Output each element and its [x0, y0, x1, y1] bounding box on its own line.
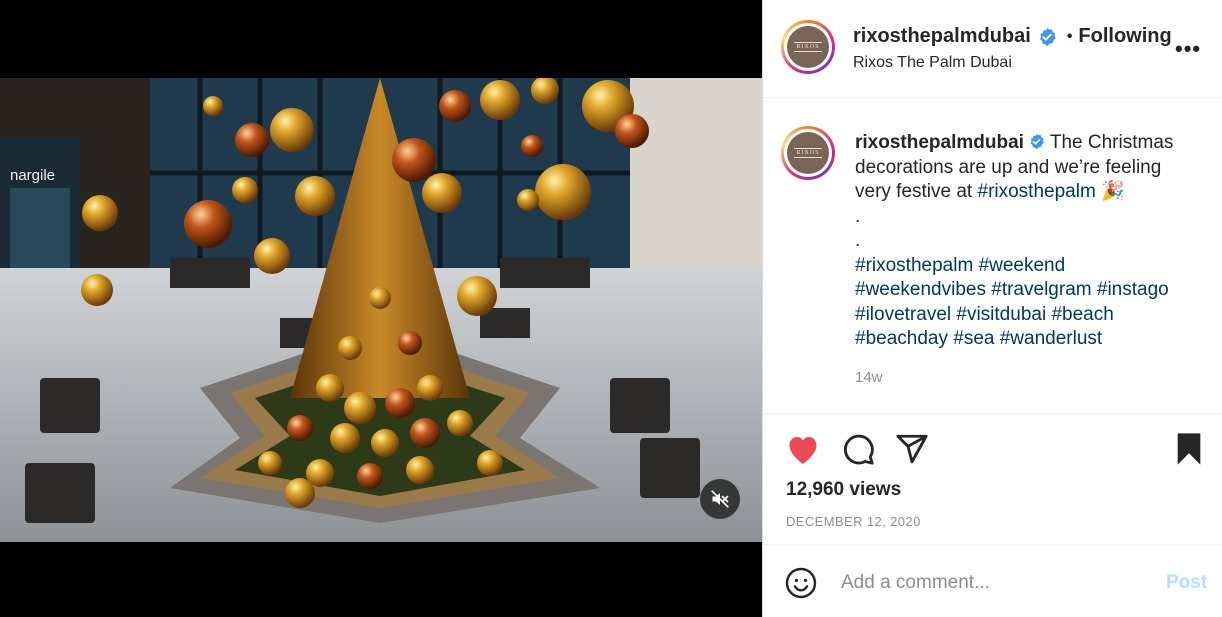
hashtag-link[interactable]: #beach	[1051, 304, 1113, 325]
avatar-story-ring[interactable]: RIXOS	[781, 20, 835, 74]
comment-icon[interactable]	[840, 432, 876, 466]
caption-avatar-image: RIXOS	[787, 132, 829, 174]
media-pane: nargile	[0, 0, 762, 617]
video-sign-text: nargile	[10, 167, 55, 184]
post-age[interactable]: 14w	[855, 369, 883, 386]
avatar: RIXOS	[784, 23, 832, 71]
caption-username[interactable]: rixosthepalmdubai	[855, 132, 1024, 153]
verified-icon	[1039, 27, 1056, 46]
video-frame: nargile	[0, 78, 762, 542]
view-count[interactable]: 12,960 views	[786, 479, 901, 501]
hashtag-link[interactable]: #rixosthepalm	[855, 255, 973, 276]
more-options-button[interactable]: •••	[1175, 36, 1201, 62]
caption-dot: .	[855, 230, 861, 251]
comment-form: Post	[763, 545, 1222, 617]
avatar-logo: RIXOS	[794, 42, 822, 52]
header-user-row: rixosthepalmdubai • Following	[853, 25, 1172, 48]
comment-input[interactable]	[841, 567, 1141, 599]
caption-avatar-ring[interactable]: RIXOS	[781, 126, 835, 180]
hashtag-link[interactable]: #instago	[1097, 279, 1169, 300]
post-date: DECEMBER 12, 2020	[786, 514, 921, 529]
caption-verified-icon	[1030, 133, 1044, 150]
following-button[interactable]: Following	[1078, 25, 1171, 48]
hashtag-link[interactable]: #weekend	[979, 255, 1066, 276]
caption-avatar: RIXOS	[784, 129, 832, 177]
hashtag-link[interactable]: #weekendvibes	[855, 279, 986, 300]
hashtag-link[interactable]: #beachday	[855, 328, 948, 349]
caption-text: rixosthepalmdubai The Christmas decorati…	[855, 131, 1195, 352]
post-video[interactable]: nargile	[0, 78, 762, 542]
follow-separator: •	[1066, 27, 1073, 45]
hashtag-link[interactable]: #wanderlust	[1000, 328, 1102, 349]
hashtag-link[interactable]: #rixosthepalm	[978, 181, 1096, 202]
caption-avatar-logo: RIXOS	[794, 148, 822, 158]
mute-button[interactable]	[700, 479, 740, 519]
post-details-panel: RIXOS rixosthepalmdubai • Following Rixo…	[762, 0, 1222, 617]
hashtag-link[interactable]: #travelgram	[991, 279, 1091, 300]
avatar-image: RIXOS	[787, 26, 829, 68]
post-header: RIXOS rixosthepalmdubai • Following Rixo…	[763, 0, 1222, 98]
location-link[interactable]: Rixos The Palm Dubai	[853, 54, 1012, 72]
hashtag-link[interactable]: #sea	[953, 328, 994, 349]
share-icon[interactable]	[894, 432, 930, 466]
header-username[interactable]: rixosthepalmdubai	[853, 25, 1031, 48]
mute-icon	[711, 490, 729, 508]
party-emoji: 🎉	[1101, 181, 1125, 202]
action-bar: 12,960 views DECEMBER 12, 2020	[763, 414, 1222, 545]
caption-section: RIXOS rixosthepalmdubai The Christmas de…	[763, 98, 1222, 414]
hashtag-link[interactable]: #visitdubai	[956, 304, 1046, 325]
caption-dot: .	[855, 205, 861, 227]
post-comment-button[interactable]: Post	[1166, 572, 1207, 594]
hashtag-link[interactable]: #ilovetravel	[855, 304, 951, 325]
emoji-icon[interactable]	[785, 567, 817, 599]
bookmark-icon[interactable]	[1173, 432, 1205, 466]
heart-icon[interactable]	[785, 432, 821, 466]
